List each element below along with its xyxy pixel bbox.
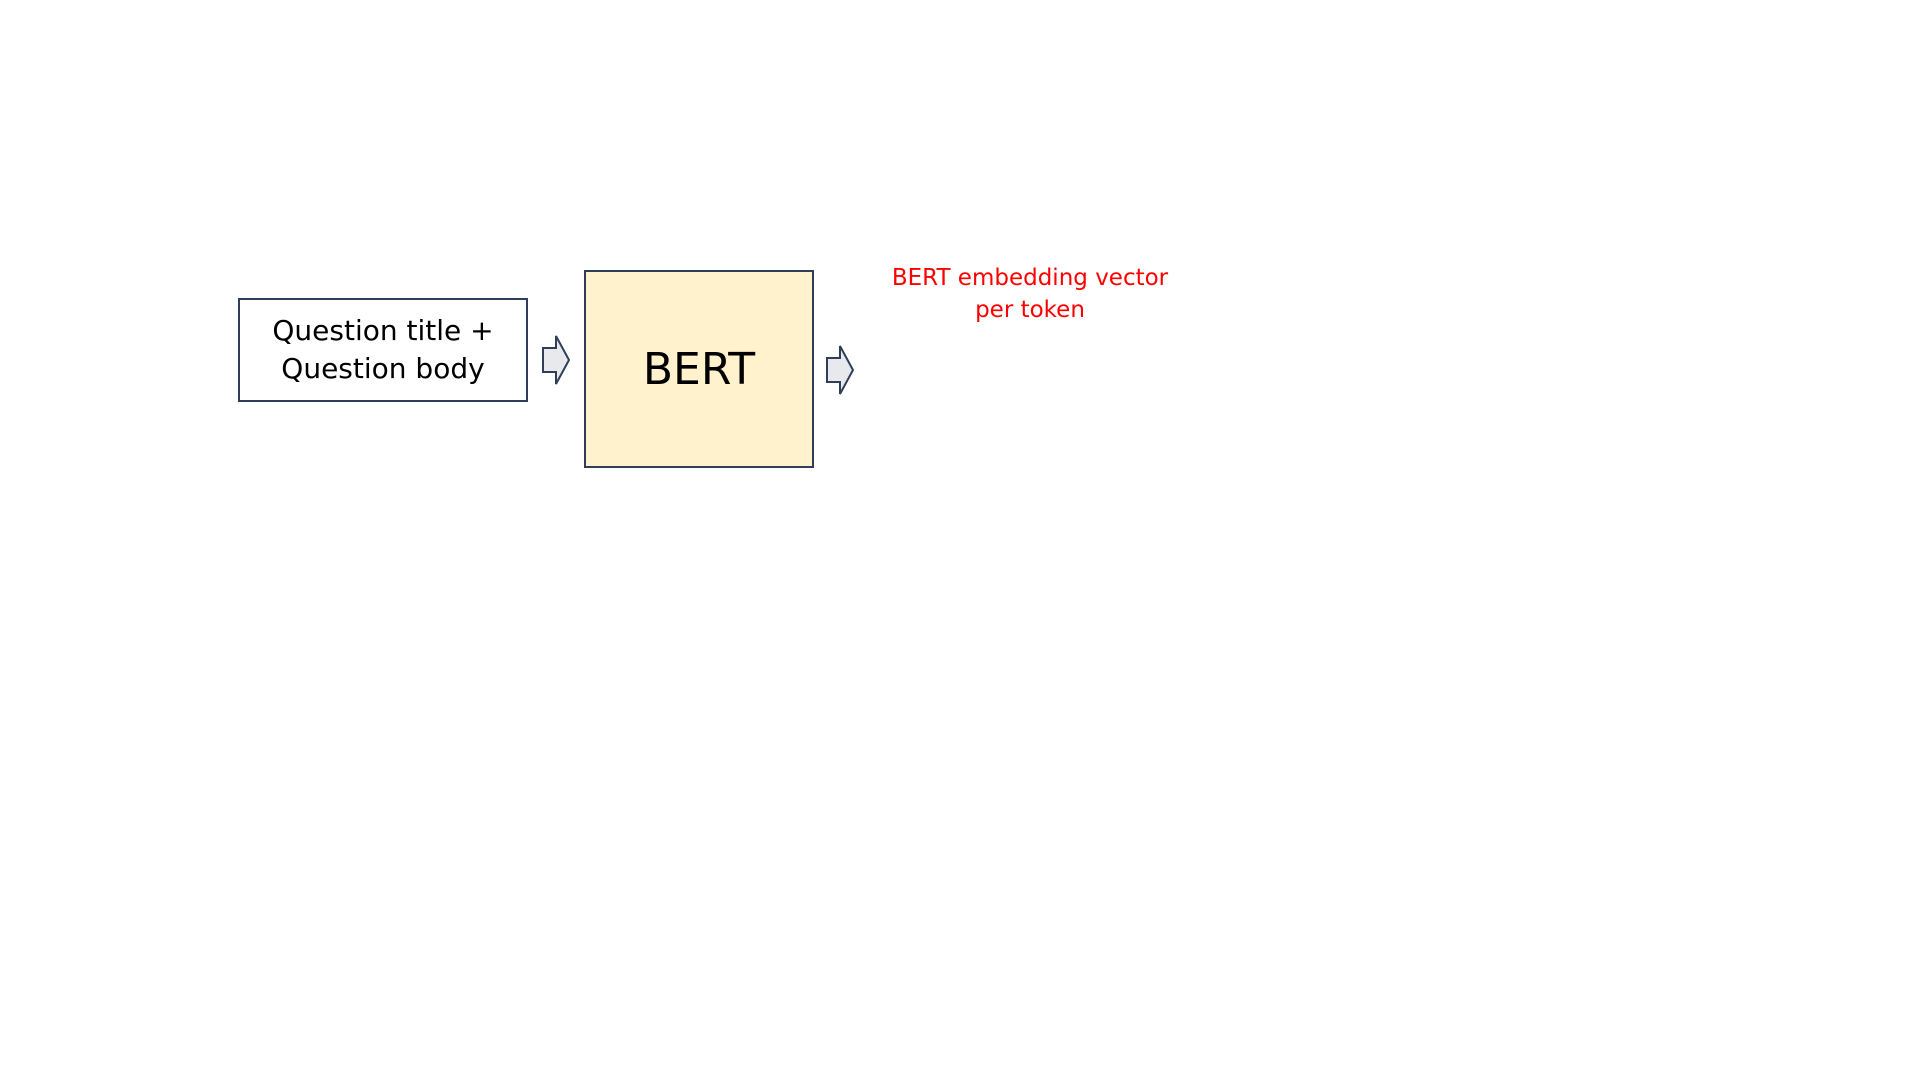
bert-model-box: BERT — [584, 270, 814, 468]
output-label-line2: per token — [975, 297, 1085, 323]
right-arrow-icon — [826, 345, 854, 395]
input-question-line1: Question title + — [272, 314, 494, 347]
bert-label: BERT — [642, 343, 756, 395]
output-embedding-label: BERT embedding vector per token — [880, 262, 1180, 326]
input-question-box: Question title + Question body — [238, 298, 528, 402]
output-label-line1: BERT embedding vector — [891, 265, 1169, 291]
right-arrow-icon — [542, 335, 570, 385]
diagram-canvas: Question title + Question body BERT BERT… — [0, 0, 1920, 1080]
input-question-line2: Question body — [281, 352, 485, 385]
